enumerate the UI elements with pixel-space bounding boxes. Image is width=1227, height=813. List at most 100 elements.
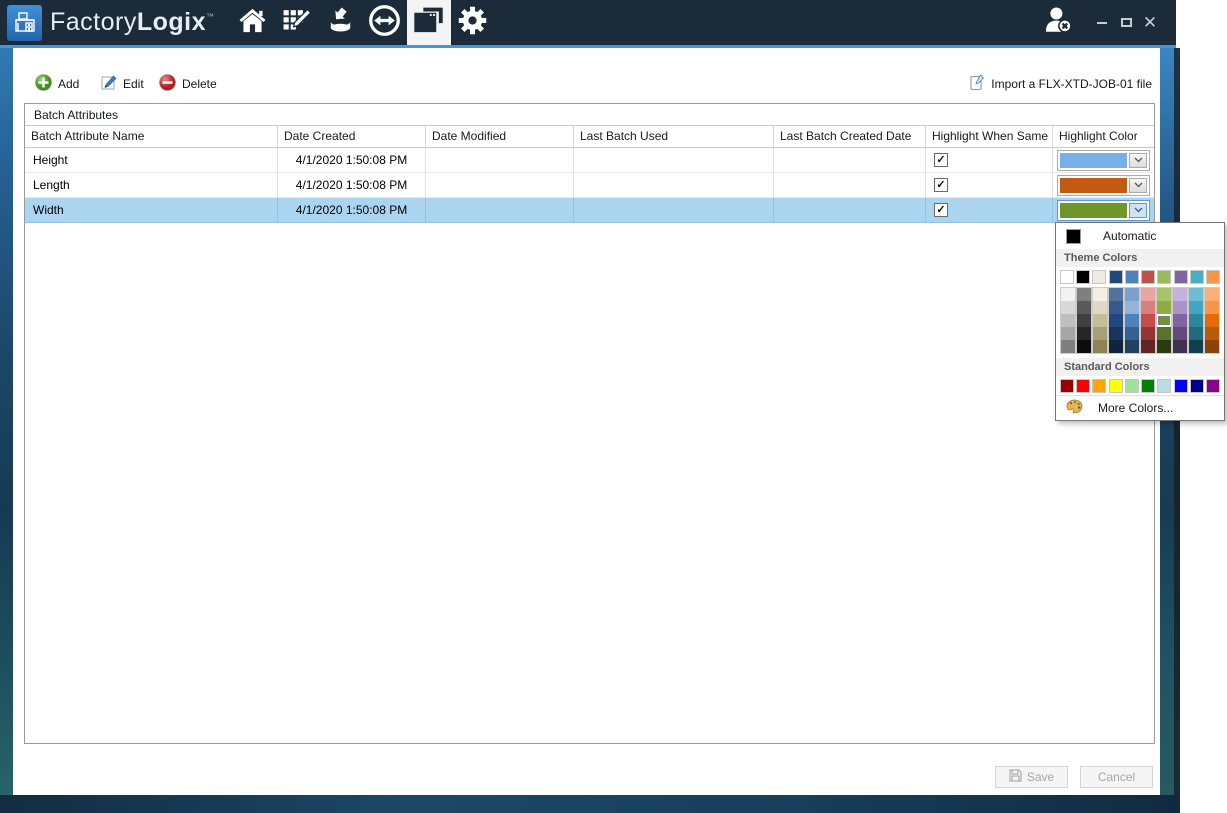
- theme-variant-swatch[interactable]: [1205, 327, 1219, 340]
- more-colors-item[interactable]: More Colors...: [1056, 395, 1224, 420]
- nav-home[interactable]: [231, 0, 275, 45]
- theme-variant-swatch[interactable]: [1205, 340, 1219, 353]
- dropdown-chevron-button[interactable]: [1129, 153, 1147, 168]
- column-header-date-modified[interactable]: Date Modified: [426, 126, 574, 147]
- table-row[interactable]: Height4/1/2020 1:50:08 PM✓: [25, 148, 1154, 173]
- column-header-last-batch-used[interactable]: Last Batch Used: [574, 126, 774, 147]
- theme-variant-swatch[interactable]: [1109, 301, 1123, 314]
- theme-variant-swatch[interactable]: [1141, 327, 1155, 340]
- cancel-button[interactable]: Cancel: [1080, 766, 1153, 788]
- theme-variant-swatch[interactable]: [1205, 314, 1219, 327]
- highlight-when-same-checkbox[interactable]: ✓: [934, 153, 948, 167]
- highlight-color-dropdown[interactable]: [1057, 200, 1150, 221]
- theme-variant-swatch[interactable]: [1157, 340, 1171, 353]
- theme-variant-swatch[interactable]: [1141, 301, 1155, 314]
- theme-variant-swatch[interactable]: [1109, 314, 1123, 327]
- theme-variant-swatch[interactable]: [1109, 327, 1123, 340]
- column-header-highlight-color[interactable]: Highlight Color: [1053, 126, 1154, 147]
- theme-variant-swatch[interactable]: [1189, 288, 1203, 301]
- theme-variant-swatch[interactable]: [1189, 314, 1203, 327]
- theme-color-swatch[interactable]: [1141, 270, 1155, 284]
- theme-variant-swatch[interactable]: [1205, 288, 1219, 301]
- theme-variant-swatch[interactable]: [1173, 327, 1187, 340]
- nav-define[interactable]: [275, 0, 319, 45]
- nav-documents[interactable]: [407, 0, 451, 45]
- theme-variant-swatch[interactable]: [1061, 327, 1075, 340]
- theme-variant-swatch[interactable]: [1141, 288, 1155, 301]
- theme-variant-swatch[interactable]: [1077, 301, 1091, 314]
- theme-variant-swatch[interactable]: [1125, 288, 1139, 301]
- automatic-color-item[interactable]: Automatic: [1056, 223, 1224, 249]
- maximize-button[interactable]: [1114, 11, 1138, 35]
- highlight-when-same-checkbox[interactable]: ✓: [934, 178, 948, 192]
- standard-color-swatch[interactable]: [1109, 379, 1123, 393]
- theme-color-swatch[interactable]: [1060, 270, 1074, 284]
- standard-color-swatch[interactable]: [1076, 379, 1090, 393]
- standard-color-swatch[interactable]: [1206, 379, 1220, 393]
- nav-warehouse[interactable]: [319, 0, 363, 45]
- theme-variant-swatch[interactable]: [1061, 288, 1075, 301]
- theme-variant-swatch[interactable]: [1093, 327, 1107, 340]
- theme-color-swatch[interactable]: [1076, 270, 1090, 284]
- theme-variant-swatch[interactable]: [1189, 301, 1203, 314]
- theme-variant-swatch[interactable]: [1077, 288, 1091, 301]
- theme-variant-swatch[interactable]: [1125, 340, 1139, 353]
- theme-variant-swatch[interactable]: [1093, 314, 1107, 327]
- theme-variant-swatch[interactable]: [1141, 314, 1155, 327]
- dropdown-chevron-button[interactable]: [1129, 203, 1147, 218]
- column-header-batch-attribute-name[interactable]: Batch Attribute Name: [25, 126, 278, 147]
- theme-variant-swatch[interactable]: [1189, 340, 1203, 353]
- table-row[interactable]: Width4/1/2020 1:50:08 PM✓: [25, 198, 1154, 223]
- theme-variant-swatch[interactable]: [1157, 327, 1171, 340]
- theme-variant-swatch[interactable]: [1093, 288, 1107, 301]
- theme-variant-swatch[interactable]: [1141, 340, 1155, 353]
- theme-variant-swatch[interactable]: [1061, 301, 1075, 314]
- theme-variant-swatch[interactable]: [1077, 314, 1091, 327]
- column-header-last-batch-created-date[interactable]: Last Batch Created Date: [774, 126, 926, 147]
- highlight-color-dropdown[interactable]: [1057, 175, 1150, 196]
- minimize-button[interactable]: [1090, 11, 1114, 35]
- highlight-when-same-checkbox[interactable]: ✓: [934, 203, 948, 217]
- column-header-highlight-when-same[interactable]: Highlight When Same: [926, 126, 1053, 147]
- theme-variant-swatch[interactable]: [1173, 301, 1187, 314]
- standard-color-swatch[interactable]: [1125, 379, 1139, 393]
- edit-button[interactable]: Edit: [101, 74, 144, 94]
- column-header-date-created[interactable]: Date Created: [278, 126, 426, 147]
- standard-color-swatch[interactable]: [1060, 379, 1074, 393]
- theme-variant-swatch[interactable]: [1061, 340, 1075, 353]
- theme-color-swatch[interactable]: [1109, 270, 1123, 284]
- standard-color-swatch[interactable]: [1092, 379, 1106, 393]
- user-status-icon[interactable]: [1042, 4, 1076, 41]
- theme-color-swatch[interactable]: [1092, 270, 1106, 284]
- theme-variant-swatch[interactable]: [1125, 327, 1139, 340]
- save-button[interactable]: Save: [995, 766, 1068, 788]
- nav-operate[interactable]: [363, 0, 407, 45]
- theme-variant-swatch-selected[interactable]: [1157, 314, 1171, 327]
- theme-color-swatch[interactable]: [1190, 270, 1204, 284]
- theme-variant-swatch[interactable]: [1173, 340, 1187, 353]
- table-row[interactable]: Length4/1/2020 1:50:08 PM✓: [25, 173, 1154, 198]
- theme-variant-swatch[interactable]: [1173, 314, 1187, 327]
- theme-variant-swatch[interactable]: [1077, 340, 1091, 353]
- dropdown-chevron-button[interactable]: [1129, 178, 1147, 193]
- theme-color-swatch[interactable]: [1206, 270, 1220, 284]
- theme-variant-swatch[interactable]: [1061, 314, 1075, 327]
- theme-variant-swatch[interactable]: [1109, 340, 1123, 353]
- standard-color-swatch[interactable]: [1190, 379, 1204, 393]
- standard-color-swatch[interactable]: [1141, 379, 1155, 393]
- theme-variant-swatch[interactable]: [1205, 301, 1219, 314]
- theme-variant-swatch[interactable]: [1093, 301, 1107, 314]
- theme-color-swatch[interactable]: [1157, 270, 1171, 284]
- standard-color-swatch[interactable]: [1174, 379, 1188, 393]
- theme-variant-swatch[interactable]: [1173, 288, 1187, 301]
- theme-variant-swatch[interactable]: [1077, 327, 1091, 340]
- close-button[interactable]: ✕: [1138, 11, 1162, 35]
- theme-variant-swatch[interactable]: [1189, 327, 1203, 340]
- theme-variant-swatch[interactable]: [1093, 340, 1107, 353]
- theme-variant-swatch[interactable]: [1157, 288, 1171, 301]
- theme-variant-swatch[interactable]: [1109, 288, 1123, 301]
- theme-variant-swatch[interactable]: [1125, 314, 1139, 327]
- delete-button[interactable]: Delete: [159, 74, 217, 94]
- add-button[interactable]: Add: [35, 74, 79, 94]
- standard-color-swatch[interactable]: [1157, 379, 1171, 393]
